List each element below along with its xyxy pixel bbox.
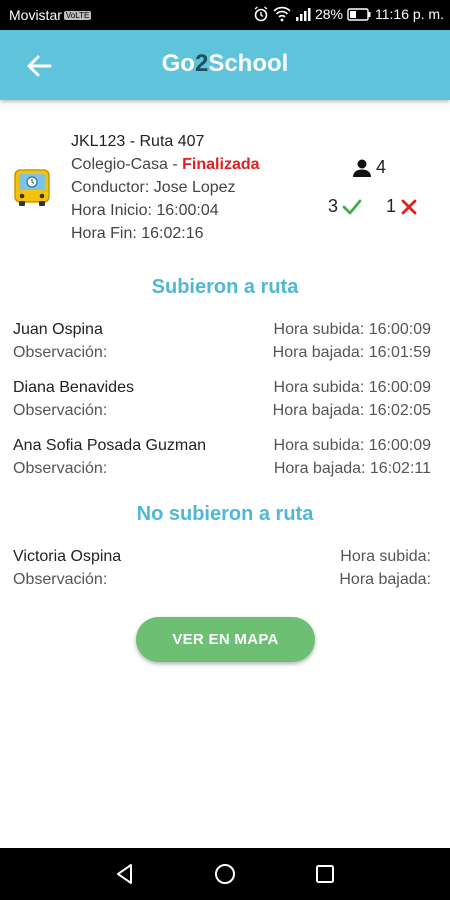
- person-icon: [353, 159, 371, 177]
- check-icon: [342, 199, 362, 214]
- signal-icon: [295, 8, 311, 21]
- passenger-count: 4: [352, 157, 386, 178]
- list-item: Diana Benavides Observación: Hora subida…: [0, 379, 450, 425]
- clock: 11:16 p. m.: [374, 6, 444, 22]
- route-plate: JKL123 - Ruta 407: [71, 133, 205, 150]
- list-item: Victoria Ospina Observación: Hora subida…: [0, 548, 450, 594]
- home-circle-icon[interactable]: [213, 862, 237, 886]
- rider-board-time: Hora subida: 16:00:09: [273, 379, 431, 396]
- volte-badge: VoLTE: [63, 11, 92, 20]
- rider-observation: Observación:: [13, 571, 108, 588]
- list-item: Juan Ospina Observación: Hora subida: 16…: [0, 321, 450, 367]
- boarding-counts: 3 1: [328, 196, 418, 217]
- boarded-section-title: Subieron a ruta: [151, 276, 299, 298]
- rider-name: Diana Benavides: [13, 379, 134, 396]
- rider-name: Juan Ospina: [13, 321, 103, 338]
- rider-board-time: Hora subida: 16:00:09: [273, 437, 431, 454]
- route-start-time: Hora Inicio: 16:00:04: [71, 202, 219, 219]
- bus-icon: [14, 169, 50, 206]
- view-on-map-button[interactable]: VER EN MAPA: [136, 617, 315, 662]
- rider-name: Victoria Ospina: [13, 548, 122, 565]
- rider-observation: Observación:: [13, 402, 108, 419]
- navigation-bar: [0, 848, 450, 900]
- rider-board-time: Hora subida:: [340, 548, 431, 565]
- status-icons: 28% 11:16 p. m.: [253, 6, 444, 22]
- recents-square-icon[interactable]: [313, 862, 337, 886]
- rider-drop-time: Hora bajada: 16:02:05: [272, 402, 431, 419]
- boarded-count: 3: [328, 196, 362, 217]
- route-direction: Colegio-Casa - Finalizada: [71, 156, 260, 173]
- carrier-label: Movistar VoLTE: [9, 7, 92, 23]
- rider-drop-time: Hora bajada: 16:02:11: [273, 460, 431, 477]
- rider-drop-time: Hora bajada:: [339, 571, 431, 588]
- list-item: Ana Sofia Posada Guzman Observación: Hor…: [0, 437, 450, 483]
- cross-icon: [401, 199, 417, 214]
- battery-icon: [347, 7, 371, 21]
- not-boarded-section-title: No subieron a ruta: [136, 503, 314, 525]
- route-driver: Conductor: Jose Lopez: [71, 179, 236, 196]
- wifi-icon: [273, 6, 291, 22]
- not-boarded-count: 1: [386, 196, 418, 217]
- rider-observation: Observación:: [13, 460, 108, 477]
- battery-percent: 28%: [314, 6, 343, 22]
- rider-observation: Observación:: [13, 344, 108, 361]
- rider-name: Ana Sofia Posada Guzman: [13, 437, 207, 454]
- back-triangle-icon[interactable]: [113, 862, 137, 886]
- status-bar: Movistar VoLTE 28% 11:16 p. m.: [0, 0, 450, 30]
- app-bar: Go2School: [0, 30, 450, 100]
- rider-drop-time: Hora bajada: 16:01:59: [272, 344, 431, 361]
- rider-board-time: Hora subida: 16:00:09: [273, 321, 431, 338]
- alarm-icon: [254, 6, 268, 22]
- route-status: Finalizada: [182, 156, 260, 173]
- route-summary: JKL123 - Ruta 407 Colegio-Casa - Finaliz…: [0, 130, 450, 245]
- route-end-time: Hora Fin: 16:02:16: [71, 225, 204, 242]
- app-title: Go2School: [161, 50, 289, 77]
- route-details: JKL123 - Ruta 407 Colegio-Casa - Finaliz…: [71, 130, 260, 245]
